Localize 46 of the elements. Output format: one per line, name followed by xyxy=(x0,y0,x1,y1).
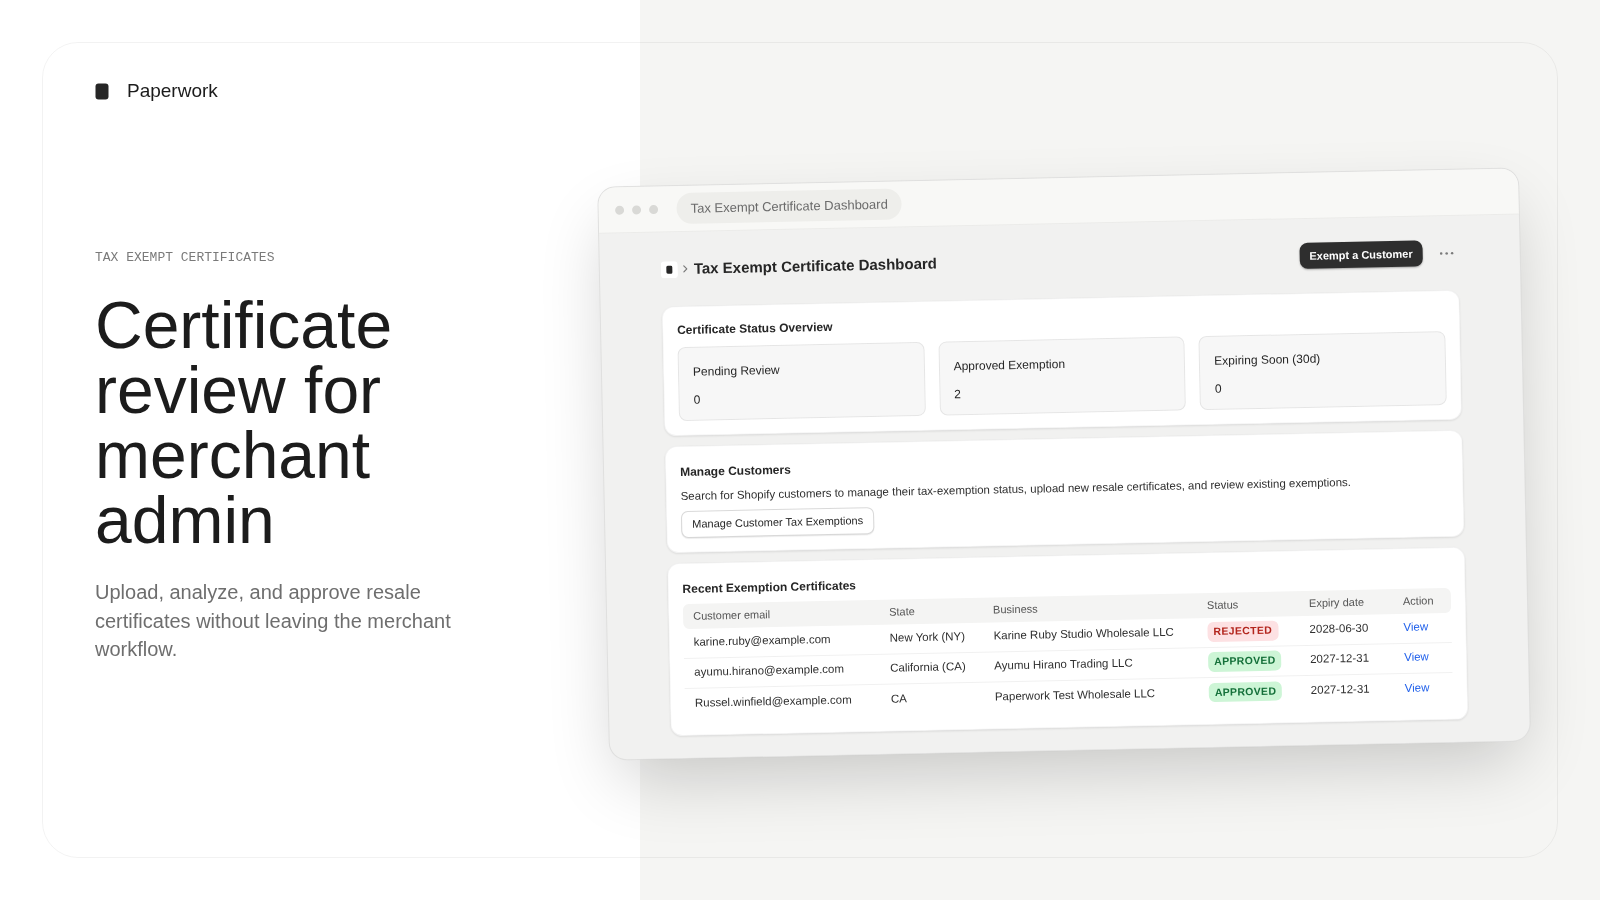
manage-exemptions-button[interactable]: Manage Customer Tax Exemptions xyxy=(680,507,875,538)
column-header: Action xyxy=(1402,593,1434,609)
view-link[interactable]: View xyxy=(1404,679,1430,698)
status-badge: APPROVED xyxy=(1208,681,1283,703)
logo-icon xyxy=(660,260,678,278)
table-cell-text: 2027-12-31 xyxy=(1310,651,1370,668)
eyebrow-label: TAX EXEMPT CERTIFICATES xyxy=(95,250,275,266)
brand-name: Paperwork xyxy=(127,78,218,103)
stat-label: Pending Review xyxy=(692,362,780,380)
table-cell-text: New York (NY) xyxy=(889,629,966,647)
table-cell-text: CA xyxy=(890,691,908,707)
table-cell-text: Russel.winfield@example.com xyxy=(694,692,852,711)
status-badge: REJECTED xyxy=(1207,620,1279,642)
card-title: Manage Customers xyxy=(679,462,791,481)
status-badge: APPROVED xyxy=(1208,650,1282,672)
more-icon xyxy=(1439,251,1454,255)
table-cell-text: Ayumu Hirano Trading LLC xyxy=(994,656,1133,674)
column-header: State xyxy=(888,603,915,620)
table-cell-text: 2028-06-30 xyxy=(1309,621,1369,638)
column-header: Customer email xyxy=(692,606,771,624)
hero-heading: Certificate review for merchant admin xyxy=(95,293,394,553)
page-title: Tax Exempt Certificate Dashboard xyxy=(693,253,938,279)
table-cell-text: 2027-12-31 xyxy=(1310,681,1370,698)
stat-label: Expiring Soon (30d) xyxy=(1214,351,1321,369)
stat-value: 2 xyxy=(954,387,962,403)
window-controls-icon xyxy=(614,203,659,215)
table-cell-text: ayumu.hirano@example.com xyxy=(694,662,845,681)
column-header: Business xyxy=(992,601,1038,618)
column-header: Status xyxy=(1206,597,1239,613)
column-header: Expiry date xyxy=(1308,594,1365,611)
table-cell-text: Karine Ruby Studio Wholesale LLC xyxy=(993,625,1174,644)
stat-label: Approved Exemption xyxy=(953,356,1066,375)
stat-value: 0 xyxy=(693,392,701,408)
view-link[interactable]: View xyxy=(1403,648,1430,667)
view-link[interactable]: View xyxy=(1403,618,1429,637)
table-cell-text: karine.ruby@example.com xyxy=(693,632,831,651)
table-cell-text: California (CA) xyxy=(890,659,966,677)
hero-description: Upload, analyze, and approve resale certificates without leaving the merchant workflow. xyxy=(95,580,452,662)
browser-tab[interactable]: Tax Exempt Certificate Dashboard xyxy=(676,188,903,225)
card-title: Recent Exemption Certificates xyxy=(682,577,857,597)
stat-value: 0 xyxy=(1214,381,1222,397)
chevron-right-icon xyxy=(682,264,688,273)
exempt-customer-button[interactable]: Exempt a Customer xyxy=(1299,240,1423,270)
card-title: Certificate Status Overview xyxy=(676,318,834,339)
brand-logo-icon xyxy=(95,82,109,100)
table-cell-text: Paperwork Test Wholesale LLC xyxy=(994,686,1156,705)
